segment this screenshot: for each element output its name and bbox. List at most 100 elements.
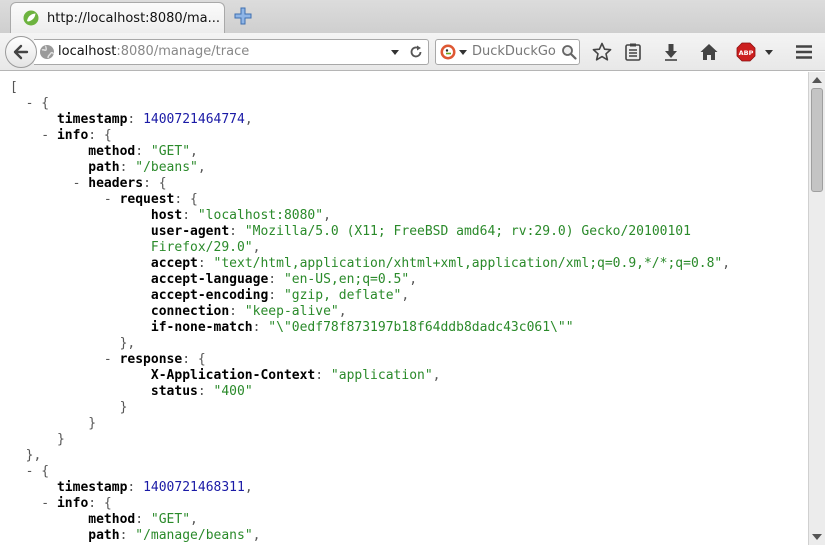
json-line: timestamp: 1400721464774,	[10, 112, 808, 128]
json-key: info	[56, 496, 89, 511]
chevron-down-icon[interactable]	[391, 50, 399, 55]
json-key: host	[150, 208, 183, 223]
json-punctuation	[10, 480, 57, 495]
json-punctuation: : {	[174, 192, 198, 207]
page-content: [ - { timestamp: 1400721464774, - info: …	[0, 72, 808, 545]
json-key: status	[150, 384, 198, 399]
json-key: request	[119, 192, 175, 207]
json-punctuation: :	[135, 512, 151, 527]
back-button[interactable]	[5, 36, 37, 68]
new-tab-button[interactable]	[233, 6, 253, 26]
navigation-toolbar: localhost:8080/manage/trace DuckDuckGo A…	[0, 33, 825, 71]
json-punctuation: :	[135, 144, 151, 159]
json-line: host: "localhost:8080",	[10, 208, 808, 224]
json-punctuation: :	[119, 160, 136, 175]
json-punctuation: :	[229, 304, 245, 319]
json-punctuation: -	[10, 128, 57, 143]
json-key: accept-encoding	[150, 288, 269, 303]
home-icon[interactable]	[699, 42, 719, 62]
json-punctuation	[10, 528, 88, 543]
json-punctuation: -	[10, 352, 120, 367]
json-line: method: "GET",	[10, 512, 808, 528]
json-punctuation: -	[10, 176, 89, 191]
json-line: - info: {	[10, 128, 808, 144]
download-arrow-icon[interactable]	[661, 42, 681, 62]
json-line: }	[10, 432, 808, 448]
json-punctuation: : {	[88, 496, 112, 511]
reload-icon[interactable]	[408, 44, 424, 60]
json-punctuation: ,	[252, 528, 261, 543]
json-line: - info: {	[10, 496, 808, 512]
json-line: path: "/manage/beans",	[10, 528, 808, 544]
globe-icon[interactable]	[39, 44, 55, 60]
scroll-thumb[interactable]	[811, 88, 823, 192]
json-string-value: "Mozilla/5.0 (X11; FreeBSD amd64; rv:29.…	[244, 224, 691, 239]
json-line: - request: {	[10, 192, 808, 208]
json-key: path	[88, 160, 120, 175]
json-string-value: "\"0edf78f873197b18f64ddb8dadc43c061\""	[268, 320, 574, 335]
json-key: method	[88, 512, 136, 527]
json-string-value: "application"	[330, 368, 433, 383]
json-string-value: "localhost:8080"	[197, 208, 324, 223]
json-line: status: "400"	[10, 384, 808, 400]
duckduckgo-icon[interactable]	[440, 44, 456, 60]
json-punctuation	[10, 512, 88, 527]
json-string-value: "keep-alive"	[244, 304, 339, 319]
json-punctuation	[10, 288, 151, 303]
json-line: }	[10, 416, 808, 432]
json-line: accept-encoding: "gzip, deflate",	[10, 288, 808, 304]
json-line: accept-language: "en-US,en;q=0.5",	[10, 272, 808, 288]
url-host: localhost	[58, 44, 117, 59]
vertical-scrollbar[interactable]	[808, 72, 825, 545]
scroll-down-icon[interactable]	[812, 534, 822, 540]
json-punctuation: :	[268, 272, 284, 287]
search-placeholder: DuckDuckGo	[472, 44, 556, 59]
search-bar[interactable]: DuckDuckGo	[435, 39, 580, 65]
spring-leaf-icon	[23, 10, 39, 26]
json-punctuation	[10, 368, 151, 383]
json-punctuation: }	[10, 416, 97, 431]
json-key: timestamp	[56, 112, 128, 127]
json-punctuation: ,	[190, 144, 198, 159]
browser-tab[interactable]: http://localhost:8080/ma...	[10, 2, 225, 33]
json-key: info	[56, 128, 89, 143]
engine-chevron-down-icon[interactable]	[459, 50, 467, 55]
json-key: if-none-match	[150, 320, 253, 335]
json-punctuation: :	[197, 256, 214, 271]
json-punctuation: -	[10, 496, 57, 511]
json-punctuation: }	[10, 432, 65, 447]
json-line: X-Application-Context: "application",	[10, 368, 808, 384]
json-punctuation: },	[10, 448, 42, 463]
json-punctuation: ,	[244, 112, 253, 127]
json-string-value: "gzip, deflate"	[283, 288, 402, 303]
adblock-chevron-down-icon[interactable]	[765, 50, 773, 55]
json-key: timestamp	[56, 480, 128, 495]
json-key: method	[88, 144, 136, 159]
adblock-plus-icon[interactable]: ABP	[736, 42, 756, 62]
json-line: - {	[10, 464, 808, 480]
star-icon[interactable]	[592, 42, 612, 62]
json-line: [	[10, 80, 808, 96]
json-punctuation	[10, 224, 151, 239]
json-punctuation: },	[10, 336, 136, 351]
magnifier-icon[interactable]	[561, 44, 577, 60]
json-line: }	[10, 400, 808, 416]
json-key: accept-language	[150, 272, 269, 287]
url-bar[interactable]: localhost:8080/manage/trace	[34, 39, 429, 65]
svg-text:ABP: ABP	[739, 49, 754, 57]
json-punctuation: :	[229, 224, 245, 239]
scroll-up-icon[interactable]	[812, 77, 822, 83]
json-punctuation: - {	[10, 464, 50, 479]
tab-strip: http://localhost:8080/ma...	[0, 0, 825, 33]
clipboard-icon[interactable]	[623, 42, 643, 62]
json-string-value: "/manage/beans"	[135, 528, 253, 543]
json-number-value: 1400721468311	[143, 480, 245, 495]
json-key: headers	[88, 176, 144, 191]
url-text[interactable]: localhost:8080/manage/trace	[58, 44, 249, 59]
json-punctuation: ,	[401, 288, 410, 303]
json-punctuation	[10, 112, 57, 127]
json-punctuation: ,	[244, 480, 253, 495]
json-string-value: "400"	[213, 384, 253, 399]
hamburger-menu-icon[interactable]	[794, 42, 814, 62]
json-punctuation: : {	[182, 352, 206, 367]
